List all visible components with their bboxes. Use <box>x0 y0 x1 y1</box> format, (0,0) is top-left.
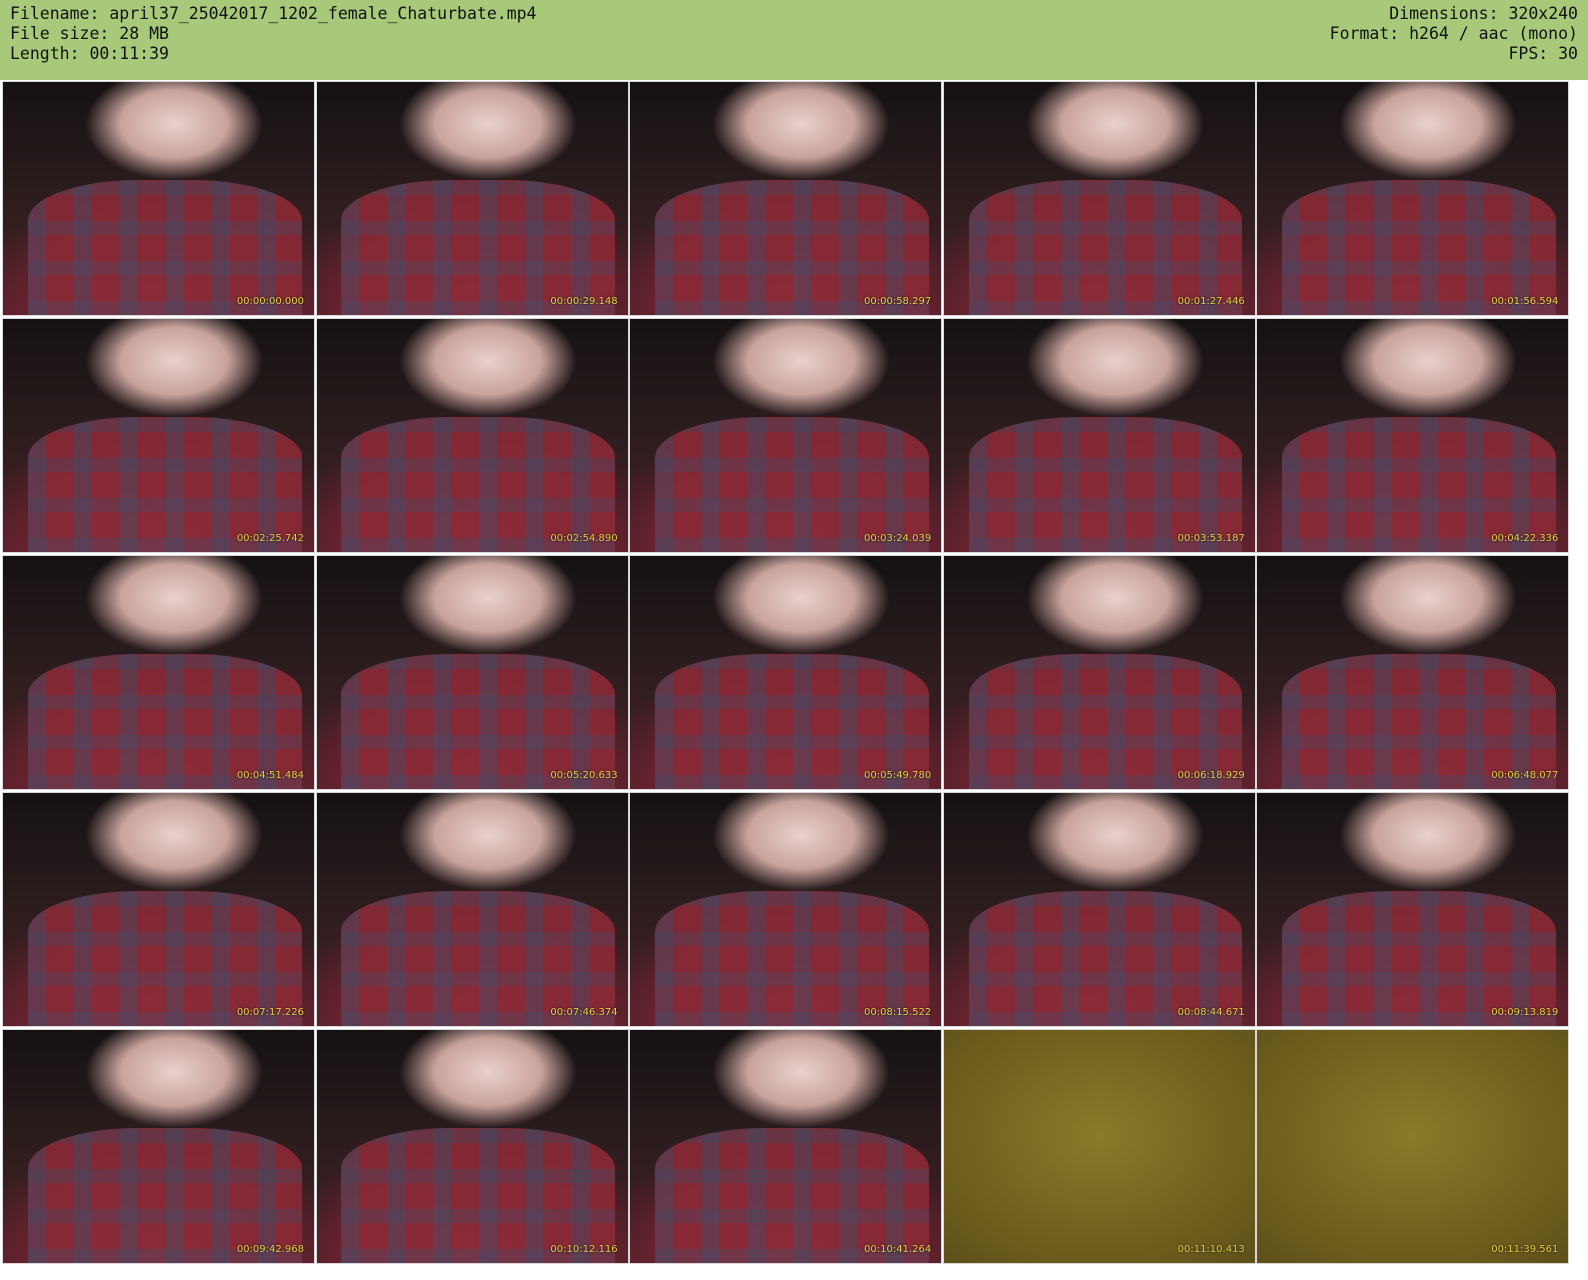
frame-image <box>943 1030 1255 1263</box>
frame-timestamp: 00:08:44.671 <box>1177 1007 1245 1018</box>
frame-timestamp: 00:00:29.148 <box>550 296 618 307</box>
video-frame-thumbnail: 00:08:15.522 <box>629 792 943 1027</box>
frame-image-detail <box>1282 179 1556 315</box>
frame-image <box>1257 1030 1569 1263</box>
video-frame-thumbnail: 00:00:00.000 <box>2 81 315 316</box>
frame-image-detail <box>968 416 1243 552</box>
frame-image-detail <box>341 890 616 1026</box>
frame-timestamp: 00:04:51.484 <box>236 770 304 781</box>
frame-image-detail <box>27 416 302 552</box>
dimensions-text: Dimensions: 320x240 <box>1389 4 1578 23</box>
frame-image-detail <box>655 653 929 789</box>
frame-image-detail <box>1282 653 1556 789</box>
frame-timestamp: 00:07:17.226 <box>236 1007 304 1018</box>
thumbnail-grid: 00:00:00.000 00:00:29.148 00:00:58.297 00:0… <box>0 80 1588 1280</box>
video-frame-thumbnail: 00:11:39.561 <box>1256 1029 1570 1264</box>
frame-image-detail <box>341 416 616 552</box>
frame-timestamp: 00:09:42.968 <box>236 1244 304 1255</box>
frame-image-detail <box>27 890 302 1026</box>
frame-image-detail <box>27 653 302 789</box>
video-frame-thumbnail: 00:06:48.077 <box>1256 555 1570 790</box>
frame-timestamp: 00:09:13.819 <box>1491 1007 1559 1018</box>
video-frame-thumbnail: 00:11:10.413 <box>942 1029 1256 1264</box>
frame-timestamp: 00:01:27.446 <box>1177 296 1245 307</box>
video-frame-thumbnail: 00:07:17.226 <box>2 792 315 1027</box>
frame-timestamp: 00:06:48.077 <box>1491 770 1559 781</box>
video-frame-thumbnail: 00:09:13.819 <box>1256 792 1570 1027</box>
frame-timestamp: 00:08:15.522 <box>864 1007 932 1018</box>
frame-timestamp: 00:11:39.561 <box>1491 1244 1559 1255</box>
frame-image-detail <box>27 179 302 315</box>
video-frame-thumbnail: 00:03:53.187 <box>942 318 1256 553</box>
frame-image-detail <box>1282 890 1556 1026</box>
video-frame-thumbnail: 00:01:27.446 <box>942 81 1256 316</box>
frame-timestamp: 00:06:18.929 <box>1177 770 1245 781</box>
frame-image-detail <box>655 179 929 315</box>
fps-text: FPS: 30 <box>1508 44 1578 63</box>
filesize-text: File size: 28 MB <box>10 24 169 43</box>
video-frame-thumbnail: 00:09:42.968 <box>2 1029 315 1264</box>
frame-image-detail <box>968 179 1243 315</box>
video-frame-thumbnail: 00:05:49.780 <box>629 555 943 790</box>
frame-timestamp: 00:02:25.742 <box>236 533 304 544</box>
video-frame-thumbnail: 00:00:29.148 <box>315 81 629 316</box>
frame-image-detail <box>341 653 616 789</box>
frame-timestamp: 00:01:56.594 <box>1491 296 1559 307</box>
frame-timestamp: 00:07:46.374 <box>550 1007 618 1018</box>
frame-image-detail <box>655 890 929 1026</box>
file-info-left: Filename: april37_25042017_1202_female_C… <box>10 4 537 64</box>
length-text: Length: 00:11:39 <box>10 44 169 63</box>
video-frame-thumbnail: 00:10:41.264 <box>629 1029 943 1264</box>
frame-timestamp: 00:04:22.336 <box>1491 533 1559 544</box>
video-frame-thumbnail: 00:01:56.594 <box>1256 81 1570 316</box>
video-frame-thumbnail: 00:04:22.336 <box>1256 318 1570 553</box>
video-frame-thumbnail: 00:08:44.671 <box>942 792 1256 1027</box>
frame-image-detail <box>655 416 929 552</box>
frame-timestamp: 00:03:24.039 <box>864 533 932 544</box>
frame-image-detail <box>655 1127 929 1263</box>
video-frame-thumbnail: 00:10:12.116 <box>315 1029 629 1264</box>
frame-timestamp: 00:00:00.000 <box>236 296 304 307</box>
frame-image-detail <box>1282 416 1556 552</box>
frame-timestamp: 00:02:54.890 <box>550 533 618 544</box>
format-text: Format: h264 / aac (mono) <box>1329 24 1578 43</box>
frame-image-detail <box>27 1127 302 1263</box>
frame-image-detail <box>968 653 1243 789</box>
video-frame-thumbnail: 00:00:58.297 <box>629 81 943 316</box>
frame-image-detail <box>341 179 616 315</box>
video-frame-thumbnail: 00:02:25.742 <box>2 318 315 553</box>
file-info-header: Filename: april37_25042017_1202_female_C… <box>0 0 1588 80</box>
frame-timestamp: 00:00:58.297 <box>864 296 932 307</box>
video-frame-thumbnail: 00:04:51.484 <box>2 555 315 790</box>
frame-timestamp: 00:10:41.264 <box>864 1244 932 1255</box>
frame-image-detail <box>341 1127 616 1263</box>
video-frame-thumbnail: 00:06:18.929 <box>942 555 1256 790</box>
frame-timestamp: 00:03:53.187 <box>1177 533 1245 544</box>
frame-timestamp: 00:10:12.116 <box>550 1244 618 1255</box>
video-frame-thumbnail: 00:07:46.374 <box>315 792 629 1027</box>
video-frame-thumbnail: 00:05:20.633 <box>315 555 629 790</box>
video-frame-thumbnail: 00:02:54.890 <box>315 318 629 553</box>
frame-timestamp: 00:05:49.780 <box>864 770 932 781</box>
file-info-right: Dimensions: 320x240 Format: h264 / aac (… <box>1330 4 1578 64</box>
filename-text: Filename: april37_25042017_1202_female_C… <box>10 4 537 23</box>
frame-timestamp: 00:05:20.633 <box>550 770 618 781</box>
frame-image-detail <box>968 890 1243 1026</box>
video-frame-thumbnail: 00:03:24.039 <box>629 318 943 553</box>
frame-timestamp: 00:11:10.413 <box>1177 1244 1245 1255</box>
